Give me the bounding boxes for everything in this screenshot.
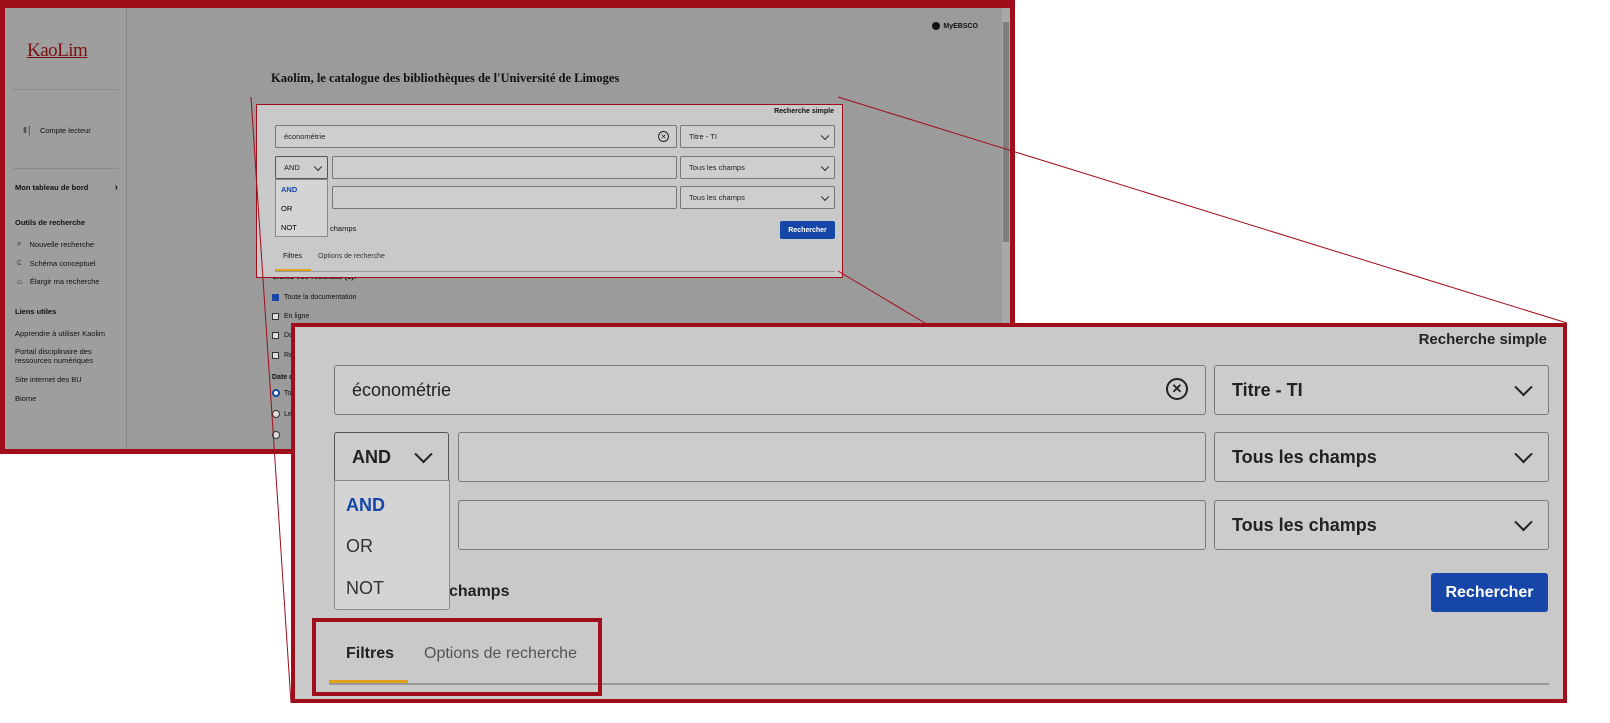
chevron-down-icon [414, 444, 433, 464]
add-fields-link[interactable]: champs [449, 583, 509, 601]
search-input-1[interactable]: économétrie ✕ [334, 365, 1206, 415]
search-input-3[interactable] [458, 500, 1206, 550]
operator-value: AND [352, 446, 391, 467]
search-value: économétrie [352, 379, 452, 400]
zoomed-search-panel: Recherche simple économétrie ✕ Titre - T… [291, 323, 1567, 703]
chevron-down-icon [1514, 444, 1533, 464]
operator-option[interactable]: OR [346, 536, 373, 557]
field-select-3[interactable]: Tous les champs [1214, 500, 1549, 550]
clear-icon[interactable]: ✕ [1166, 378, 1188, 400]
field-select-value: Tous les champs [1232, 514, 1377, 535]
chevron-down-icon [1514, 377, 1533, 397]
search-input-2[interactable] [458, 432, 1206, 482]
operator-option[interactable]: AND [346, 495, 385, 516]
field-select-value: Tous les champs [1232, 446, 1377, 467]
simple-search-link[interactable]: Recherche simple [1419, 331, 1547, 348]
operator-select[interactable]: AND [334, 432, 449, 482]
operator-option[interactable]: NOT [346, 578, 384, 599]
tabs-highlight-box [312, 618, 602, 696]
search-button[interactable]: Rechercher [1431, 573, 1548, 612]
field-select-1[interactable]: Titre - TI [1214, 365, 1549, 415]
operator-dropdown: AND OR NOT [334, 480, 450, 610]
field-select-2[interactable]: Tous les champs [1214, 432, 1549, 482]
field-select-value: Titre - TI [1232, 379, 1303, 400]
chevron-down-icon [1514, 512, 1533, 532]
